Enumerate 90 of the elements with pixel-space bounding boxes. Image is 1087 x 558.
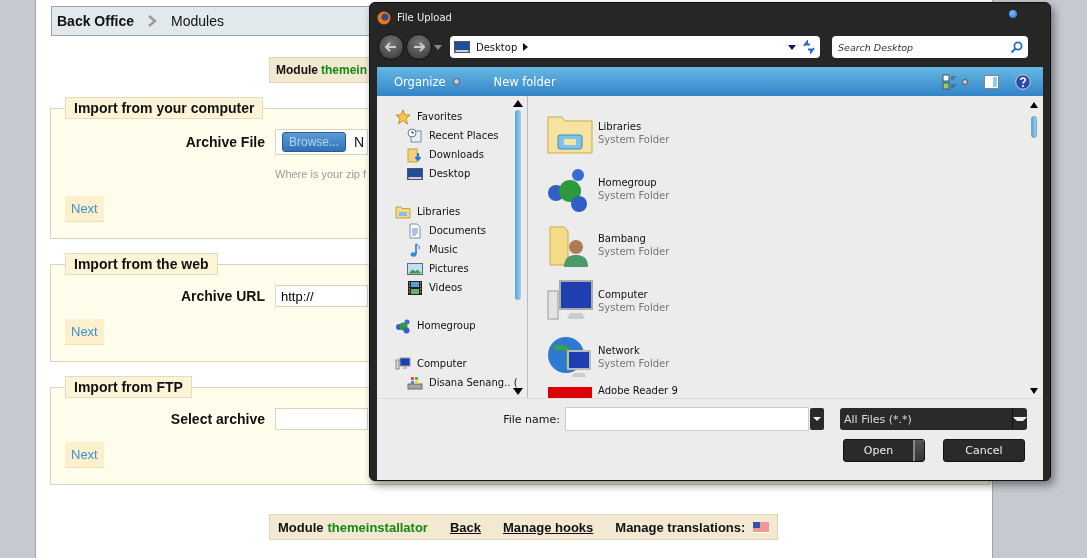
item-name: Computer [598, 289, 649, 300]
item-type: System Folder [598, 134, 670, 145]
search-icon[interactable] [1010, 41, 1023, 54]
module-label: Module [276, 63, 318, 77]
cancel-button[interactable]: Cancel [943, 438, 1025, 462]
breadcrumb-item: Modules [171, 13, 224, 29]
address-bar[interactable]: Desktop [450, 36, 820, 58]
file-name-dropdown-button[interactable] [810, 408, 824, 430]
folder-item[interactable]: Homegroup System Folder [546, 161, 726, 217]
item-type: System Folder [598, 358, 670, 369]
refresh-icon[interactable] [802, 40, 816, 54]
folder-download-icon [407, 146, 423, 163]
field-label: Archive URL [179, 288, 265, 304]
spheres-icon [395, 317, 411, 334]
scrollbar-thumb[interactable] [1031, 116, 1037, 138]
scroll-down-arrow-icon[interactable] [1030, 388, 1038, 394]
drive-icon [407, 374, 423, 391]
nav-item[interactable]: Documents [377, 221, 527, 240]
item-name: Libraries [598, 121, 643, 132]
nav-item[interactable]: Pictures [377, 259, 527, 278]
nav-item[interactable]: Homegroup [377, 316, 527, 335]
module-name: themeinstallator [327, 519, 428, 535]
folder-item[interactable]: Libraries System Folder [546, 105, 726, 161]
folder-item[interactable]: Computer System Folder [546, 273, 726, 329]
computer-icon [395, 355, 411, 372]
folder-item[interactable]: Network System Folder [546, 329, 726, 385]
film-strip-icon [407, 279, 423, 296]
fox-globe-icon [377, 10, 391, 25]
arrow-icon [413, 42, 425, 52]
clock-document-icon [407, 127, 423, 144]
preview-pane-icon[interactable] [984, 74, 999, 89]
caret-icon[interactable] [788, 44, 796, 50]
flag-icon[interactable] [753, 521, 770, 533]
chevron-icon [523, 43, 529, 51]
desktop-icon [407, 165, 423, 182]
folder-icon [395, 203, 411, 220]
nav-item[interactable]: Recent Places [377, 126, 527, 145]
file-name-label: File name: [502, 412, 561, 426]
document-icon [407, 222, 423, 239]
menu-dot-icon [452, 78, 460, 85]
item-name: Bambang [598, 233, 647, 244]
nav-item[interactable]: Computer [377, 354, 527, 373]
arrow-icon [385, 42, 397, 52]
url-field[interactable]: http:// [275, 285, 368, 307]
nav-item[interactable]: Libraries [377, 202, 527, 221]
file-name-field[interactable] [565, 407, 809, 431]
module-name: themein [321, 63, 367, 77]
nav-item[interactable]: Videos [377, 278, 527, 297]
section-title: Import from the web [65, 253, 218, 275]
window-button-icon[interactable] [1009, 10, 1017, 18]
chevron-icon [148, 15, 158, 27]
back-button[interactable] [378, 34, 404, 60]
star-icon [395, 108, 411, 125]
footer-link[interactable]: Manage hooks [503, 519, 594, 535]
help-icon[interactable] [1015, 73, 1031, 90]
breadcrumb-item[interactable]: Back Office [57, 13, 135, 29]
item-type: System Folder [598, 246, 670, 257]
nav-item[interactable]: Desktop [377, 164, 527, 183]
search-field[interactable]: Search Desktop [832, 36, 1028, 58]
file-status: N [354, 134, 365, 150]
field-label: Select archive [169, 411, 265, 427]
item-name: Adobe Reader 9 [598, 385, 678, 396]
forward-button[interactable] [406, 34, 432, 60]
folder-item[interactable]: Bambang System Folder [546, 217, 726, 273]
nav-item[interactable]: Music [377, 240, 527, 259]
section-title: Import from your computer [65, 97, 264, 119]
scroll-up-arrow-icon[interactable] [1030, 102, 1038, 108]
translations-label: Manage translations: [615, 519, 746, 535]
folder-item[interactable]: Adobe Reader 9 [546, 385, 726, 398]
field-label: Archive File [184, 134, 265, 150]
module-label: Module [278, 519, 324, 535]
item-name: Homegroup [598, 177, 658, 188]
open-button[interactable]: Open [843, 438, 925, 462]
scrollbar-thumb[interactable] [515, 110, 521, 300]
view-options-icon[interactable] [942, 73, 968, 90]
file-type-select[interactable]: All Files (*.*) [840, 408, 1027, 430]
picture-icon [407, 260, 423, 277]
item-type: System Folder [598, 190, 670, 201]
item-name: Network [598, 345, 641, 356]
nav-item[interactable]: Downloads [377, 145, 527, 164]
footer-link[interactable]: Back [449, 519, 481, 535]
file-input[interactable]: Browse... N [275, 129, 368, 155]
nav-item[interactable]: Favorites [377, 107, 527, 126]
item-type: System Folder [598, 302, 670, 313]
field-hint: Where is your zip f [275, 168, 367, 180]
nav-item[interactable]: Disana Senang.. ( [377, 373, 527, 392]
scroll-down-arrow-icon[interactable] [513, 388, 523, 395]
desktop-icon [454, 39, 470, 55]
window-title: File Upload [397, 12, 452, 23]
section-title: Import from FTP [65, 376, 192, 398]
